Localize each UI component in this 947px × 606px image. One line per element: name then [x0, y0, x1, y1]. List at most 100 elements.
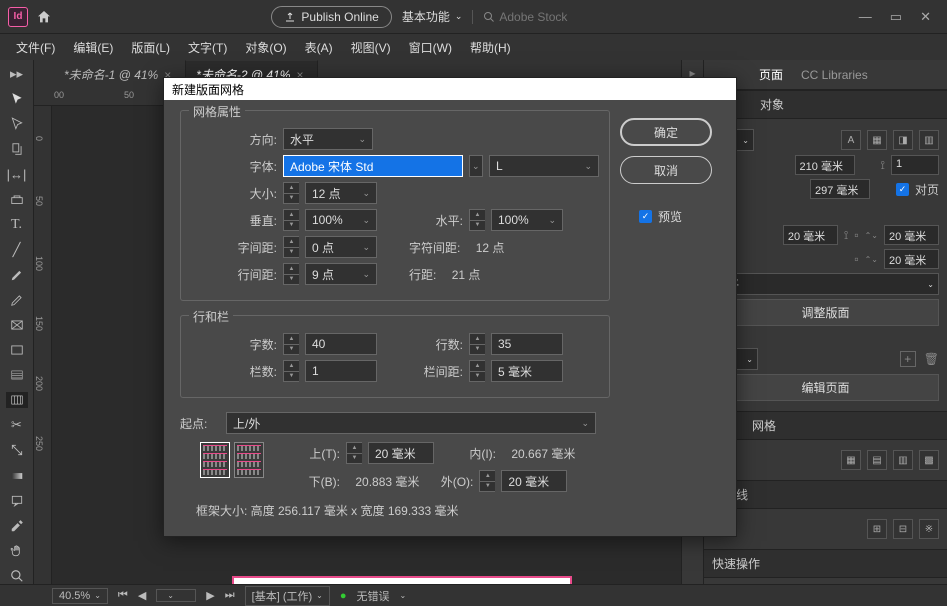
start-dropdown[interactable]: 上/外⌄ — [226, 412, 596, 434]
menu-layout[interactable]: 版面(L) — [123, 36, 178, 59]
cols-spinner[interactable]: ▲▼ — [283, 360, 299, 382]
menu-edit[interactable]: 编辑(E) — [65, 36, 121, 59]
size-field[interactable]: 12 点⌄ — [305, 182, 377, 204]
next-spread-icon[interactable]: ⏭ — [225, 589, 235, 602]
orientation-dropdown[interactable]: 水平⌄ — [712, 273, 939, 295]
scissors-tool[interactable]: ✂ — [6, 417, 28, 433]
content-collector-tool[interactable] — [6, 191, 28, 207]
height-field[interactable]: 297 毫米 — [810, 179, 870, 199]
selection-tool[interactable] — [6, 91, 28, 107]
menu-file[interactable]: 文件(F) — [8, 36, 63, 59]
top-field[interactable]: 20 毫米 — [368, 442, 434, 464]
margin-field[interactable]: 20 毫米 — [884, 225, 939, 245]
page-tool[interactable] — [6, 141, 28, 157]
delete-page-icon[interactable]: 🗑 — [924, 352, 939, 366]
guide-icon[interactable]: ※ — [919, 519, 939, 539]
char-aki-field[interactable]: 0 点⌄ — [305, 236, 377, 258]
prev-page-icon[interactable]: ◀ — [138, 589, 146, 602]
icon-button[interactable]: A — [841, 130, 861, 150]
eyedropper-tool[interactable] — [6, 518, 28, 534]
next-page-icon[interactable]: ▶ — [206, 589, 214, 602]
facing-pages-checkbox[interactable]: ✓ — [896, 183, 909, 196]
icon-button[interactable]: ▥ — [919, 130, 939, 150]
direct-selection-tool[interactable] — [6, 116, 28, 132]
line-aki-field[interactable]: 9 点⌄ — [305, 263, 377, 285]
gutter-spinner[interactable]: ▲▼ — [469, 360, 485, 382]
free-transform-tool[interactable] — [6, 442, 28, 458]
page-nav-field[interactable]: ⌄ — [156, 589, 196, 602]
menu-type[interactable]: 文字(T) — [180, 36, 235, 59]
line-tool[interactable]: ╱ — [6, 242, 28, 258]
grid-view-icon[interactable]: ▤ — [867, 450, 887, 470]
preview-checkbox[interactable]: ✓ — [639, 210, 652, 223]
vert-spinner[interactable]: ▲▼ — [283, 209, 299, 231]
tab-pages[interactable]: 页面 — [759, 66, 783, 83]
font-style-dropdown[interactable]: L⌄ — [489, 155, 599, 177]
menu-help[interactable]: 帮助(H) — [462, 36, 519, 59]
rectangle-tool[interactable] — [6, 342, 28, 358]
rectangle-frame-tool[interactable] — [6, 317, 28, 333]
lines-field[interactable]: 35 — [491, 333, 563, 355]
ok-button[interactable]: 确定 — [620, 118, 712, 146]
edit-page-button[interactable]: 编辑页面 — [712, 374, 939, 401]
outside-field[interactable]: 20 毫米 — [501, 470, 567, 492]
menu-window[interactable]: 窗口(W) — [401, 36, 460, 59]
chars-spinner[interactable]: ▲▼ — [283, 333, 299, 355]
grid-view-icon[interactable]: ▥ — [893, 450, 913, 470]
margin-field[interactable]: 20 毫米 — [783, 225, 838, 245]
width-field[interactable]: 210 毫米 — [795, 155, 855, 175]
gradient-swatch-tool[interactable] — [6, 468, 28, 484]
home-icon[interactable] — [36, 9, 52, 25]
publish-online-button[interactable]: Publish Online — [271, 6, 391, 28]
margin-field[interactable]: 20 毫米 — [884, 249, 939, 269]
tab-cc-libraries[interactable]: CC Libraries — [801, 68, 868, 82]
zoom-tool[interactable] — [6, 568, 28, 584]
grid-start-option[interactable] — [200, 442, 230, 478]
workspace-dropdown[interactable]: 基本功能⌄ — [402, 8, 463, 25]
value-field[interactable]: 1 — [891, 155, 939, 175]
vertical-field[interactable]: 100%⌄ — [305, 209, 377, 231]
maximize-button[interactable]: ▭ — [890, 9, 902, 25]
icon-button[interactable]: ◨ — [893, 130, 913, 150]
profile-dropdown[interactable]: [基本] (工作)⌄ — [245, 586, 330, 606]
grid-start-option[interactable] — [234, 442, 264, 478]
menu-table[interactable]: 表(A) — [297, 36, 341, 59]
stock-search-input[interactable] — [499, 10, 639, 24]
guide-icon[interactable]: ⊞ — [867, 519, 887, 539]
font-family-caret[interactable]: ⌄ — [469, 155, 483, 177]
gutter-field[interactable]: 5 毫米 — [491, 360, 563, 382]
minimize-button[interactable]: — — [859, 9, 872, 25]
prev-spread-icon[interactable]: ⏮ — [118, 589, 128, 602]
top-spinner[interactable]: ▲▼ — [346, 442, 362, 464]
adjust-layout-button[interactable]: 调整版面 — [712, 299, 939, 326]
grid-view-icon[interactable]: ▦ — [841, 450, 861, 470]
gap-tool[interactable]: |↔| — [6, 166, 28, 182]
zoom-dropdown[interactable]: 40.5%⌄ — [52, 588, 108, 604]
columns-field[interactable]: 1 — [305, 360, 377, 382]
icon-button[interactable]: ▦ — [867, 130, 887, 150]
horizontal-grid-tool[interactable] — [6, 367, 28, 383]
link-margins-icon[interactable]: ⟟ — [844, 228, 848, 243]
guide-icon[interactable]: ⊟ — [893, 519, 913, 539]
cancel-button[interactable]: 取消 — [620, 156, 712, 184]
outside-spinner[interactable]: ▲▼ — [479, 470, 495, 492]
stock-search[interactable] — [472, 10, 639, 24]
menu-view[interactable]: 视图(V) — [343, 36, 399, 59]
horizontal-field[interactable]: 100%⌄ — [491, 209, 563, 231]
lines-spinner[interactable]: ▲▼ — [469, 333, 485, 355]
preview-checkbox-row[interactable]: ✓ 预览 — [639, 208, 682, 225]
note-tool[interactable] — [6, 493, 28, 509]
hand-tool[interactable] — [6, 543, 28, 559]
grid-view-icon[interactable]: ▩ — [919, 450, 939, 470]
lineaki-spinner[interactable]: ▲▼ — [283, 263, 299, 285]
pencil-tool[interactable] — [6, 292, 28, 308]
horiz-spinner[interactable]: ▲▼ — [469, 209, 485, 231]
errors-label[interactable]: 无错误 — [357, 588, 390, 604]
menu-object[interactable]: 对象(O) — [237, 36, 294, 59]
pen-tool[interactable] — [6, 267, 28, 283]
link-icon[interactable]: ⟟ — [881, 158, 885, 173]
vertical-grid-tool[interactable] — [6, 392, 28, 408]
chars-field[interactable]: 40 — [305, 333, 377, 355]
close-button[interactable]: ✕ — [920, 9, 931, 25]
type-tool[interactable]: T. — [6, 217, 28, 233]
